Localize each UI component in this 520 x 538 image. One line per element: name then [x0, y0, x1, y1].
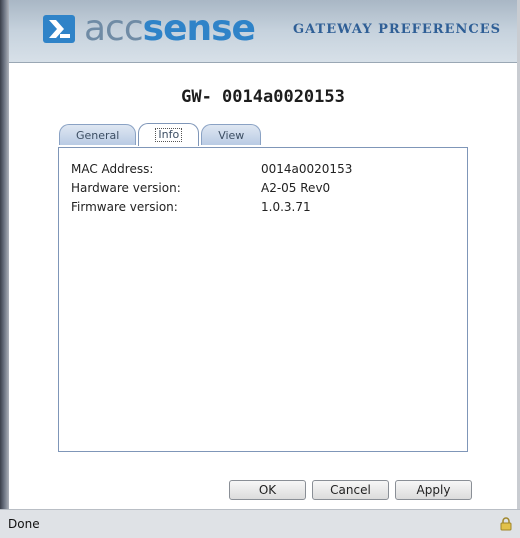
logo-wordmark: accsense [84, 8, 256, 49]
tab-general[interactable]: General [59, 124, 137, 145]
cancel-button[interactable]: Cancel [312, 480, 389, 500]
preferences-content: GW- 0014a0020153 General Info View MAC A… [9, 63, 517, 509]
dialog-buttons: OK Cancel Apply [9, 480, 517, 502]
logo-acc-text: acc [84, 8, 144, 49]
firmware-version-label: Firmware version: [71, 200, 178, 214]
info-panel: MAC Address: 0014a0020153 Hardware versi… [58, 147, 468, 452]
tab-view-label: View [218, 128, 245, 142]
page-title: GATEWAY PREFERENCES [293, 22, 501, 37]
tab-view[interactable]: View [201, 124, 262, 145]
window-frame-left [0, 0, 9, 537]
status-text: Done [8, 517, 40, 531]
hardware-version-label: Hardware version: [71, 181, 181, 195]
tab-bar: General Info View [59, 123, 263, 146]
gateway-title: GW- 0014a0020153 [181, 87, 345, 107]
hardware-version-value: A2-05 Rev0 [261, 181, 331, 195]
apply-button[interactable]: Apply [395, 480, 472, 500]
mac-address-label: MAC Address: [71, 162, 154, 176]
mac-address-value: 0014a0020153 [261, 162, 353, 176]
lock-icon [500, 517, 512, 531]
firmware-version-value: 1.0.3.71 [261, 200, 311, 214]
logo-sense-text: sense [142, 8, 256, 49]
accsense-logo: accsense [42, 8, 256, 49]
ok-button[interactable]: OK [229, 480, 306, 500]
header-banner: accsense GATEWAY PREFERENCES [9, 0, 517, 63]
accsense-logo-icon [43, 15, 75, 43]
tab-general-label: General [76, 128, 120, 142]
tab-info-label: Info [155, 128, 183, 142]
status-bar: Done [0, 509, 520, 538]
tab-info[interactable]: Info [138, 123, 200, 146]
